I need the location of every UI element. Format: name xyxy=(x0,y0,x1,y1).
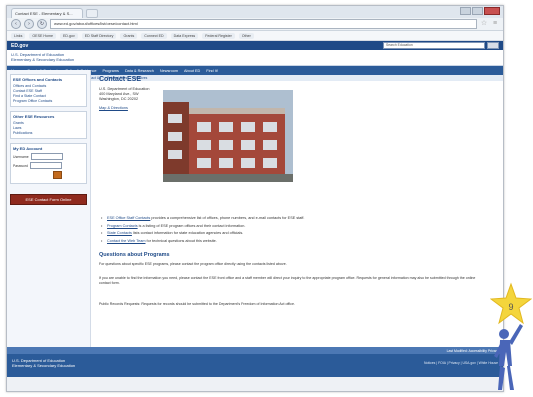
login-go-button[interactable] xyxy=(53,171,62,179)
username-row: Username xyxy=(13,153,84,160)
address-line: Washington, DC 20202 xyxy=(99,97,139,101)
footer-department: U.S. Department of Education Elementary … xyxy=(12,358,75,368)
map-link[interactable]: Map & Directions xyxy=(99,106,495,111)
site-footer: Last Modified: Accessibility Privacy U.S… xyxy=(7,347,503,377)
forward-icon[interactable]: › xyxy=(24,19,34,29)
bookmark-item[interactable]: ED Staff Directory xyxy=(81,32,117,39)
contact-link[interactable]: Contact the Web Team xyxy=(107,239,145,243)
address-block: U.S. Department of Education 400 Marylan… xyxy=(99,87,495,111)
list-item-text: is a listing of ESE program offices and … xyxy=(138,223,246,228)
list-item: ESE Office Staff Contacts provides a com… xyxy=(99,216,479,222)
reload-icon[interactable]: ↻ xyxy=(37,19,47,29)
list-item-text: lists contact information for state educ… xyxy=(132,231,244,235)
contact-link[interactable]: State Contacts xyxy=(107,231,132,235)
browser-window: Contact ESE - Elementary & S... ‹ › ↻ ww… xyxy=(6,5,504,392)
maximize-button[interactable] xyxy=(472,7,483,15)
bookmark-item[interactable]: ED.gov xyxy=(59,32,78,39)
page-title: Contact ESE xyxy=(99,76,142,83)
search-input[interactable]: Search Education xyxy=(383,42,485,49)
password-row: Password xyxy=(13,162,84,169)
paragraph: Public Records Requests: Requests for re… xyxy=(99,302,295,306)
page-content: ESE Offices and Contacts Offices and Con… xyxy=(7,70,503,347)
list-item: Contact the Web Team for technical quest… xyxy=(99,239,479,245)
bookmarks-bar: Links OESE Home ED.gov ED Staff Director… xyxy=(7,31,503,41)
slide-page-number: 9 xyxy=(508,302,513,312)
site-search: Search Education xyxy=(383,42,499,49)
minimize-button[interactable] xyxy=(460,7,471,15)
star-mascot-icon: 9 xyxy=(490,282,532,390)
site-header: ED.gov Search Education U.S. Department … xyxy=(7,41,503,66)
department-title: U.S. Department of Education Elementary … xyxy=(7,50,503,62)
address-bar[interactable]: www.ed.gov/about/offices/list/oese/conta… xyxy=(50,19,477,29)
resources-section: Other ESE Resources Grants Laws Publicat… xyxy=(10,111,87,139)
contact-link[interactable]: Program Contacts xyxy=(107,224,138,228)
bookmark-item[interactable]: Connect ED xyxy=(141,32,167,39)
building-photo xyxy=(163,90,293,182)
browser-tab[interactable]: Contact ESE - Elementary & S... xyxy=(11,8,83,18)
login-title: My ED Account xyxy=(13,146,43,151)
back-icon[interactable]: ‹ xyxy=(11,19,21,29)
password-label: Password xyxy=(13,163,28,168)
title-bar: Contact ESE - Elementary & S... xyxy=(7,6,503,18)
sidebar-link[interactable]: Publications xyxy=(13,131,84,136)
list-item-text: for technical questions about this websi… xyxy=(146,238,217,243)
offices-section: ESE Offices and Contacts Offices and Con… xyxy=(10,74,87,107)
contact-link[interactable]: ESE Office Staff Contacts xyxy=(107,216,150,220)
contact-list: ESE Office Staff Contacts provides a com… xyxy=(99,216,479,246)
username-input[interactable] xyxy=(30,153,63,160)
window-controls xyxy=(460,7,503,15)
browser-toolbar: ‹ › ↻ www.ed.gov/about/offices/list/oese… xyxy=(7,18,503,31)
resources-title: Other ESE Resources xyxy=(13,114,55,119)
password-input[interactable] xyxy=(29,162,62,169)
site-logo[interactable]: ED.gov xyxy=(11,43,28,49)
login-section: My ED Account Username Password xyxy=(10,143,87,184)
department-line-2: Elementary & Secondary Education xyxy=(11,57,75,62)
new-tab-button[interactable] xyxy=(86,9,98,18)
section-heading: Questions about Programs xyxy=(99,252,170,258)
bookmark-item[interactable]: Federal Register xyxy=(202,32,235,39)
sidebar-link[interactable]: Program Office Contacts xyxy=(13,99,84,104)
status-bar xyxy=(7,377,503,391)
bookmark-item[interactable]: Links xyxy=(11,32,26,39)
list-item: Program Contacts is a listing of ESE pro… xyxy=(99,224,479,230)
close-button[interactable] xyxy=(484,7,500,15)
paragraph: For questions about specific ESE program… xyxy=(99,262,287,266)
main-content: Contact ESE U.S. Department of Education… xyxy=(91,70,503,347)
bookmark-star-icon[interactable]: ☆ xyxy=(480,20,488,28)
paragraph: If you are unable to find the informatio… xyxy=(99,276,476,285)
footer-links[interactable]: Notices | FOIA | Privacy | USA.gov | Whi… xyxy=(424,361,498,365)
bookmark-item[interactable]: Grants xyxy=(120,32,138,39)
list-item: State Contacts lists contact information… xyxy=(99,231,479,237)
footer-top-row: Last Modified: Accessibility Privacy xyxy=(7,347,503,354)
username-label: Username xyxy=(13,154,29,159)
contact-form-button[interactable]: ESE Contact Form Online xyxy=(10,194,87,205)
offices-title: ESE Offices and Contacts xyxy=(13,77,63,82)
site-top-bar: ED.gov Search Education xyxy=(7,41,503,50)
bookmark-item[interactable]: OESE Home xyxy=(29,32,56,39)
footer-dept-line: Elementary & Secondary Education xyxy=(12,363,76,368)
search-button[interactable] xyxy=(487,42,499,49)
left-sidebar: ESE Offices and Contacts Offices and Con… xyxy=(7,70,91,347)
tab-title: Contact ESE - Elementary & S... xyxy=(15,11,73,16)
bookmark-item[interactable]: Other xyxy=(238,32,254,39)
bookmark-item[interactable]: Data Express xyxy=(170,32,199,39)
list-item-text: provides a comprehensive list of offices… xyxy=(151,216,305,220)
wrench-icon[interactable]: ≡ xyxy=(491,20,499,28)
